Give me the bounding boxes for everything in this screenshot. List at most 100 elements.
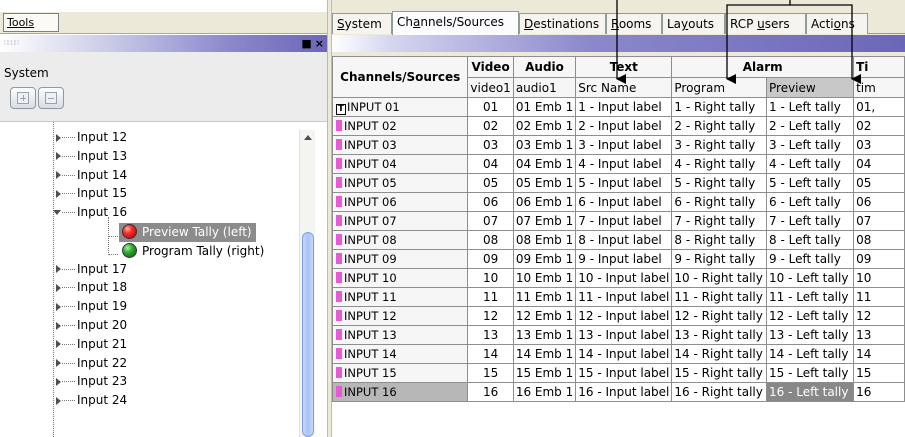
program-cell[interactable]: 8 - Right tally	[671, 230, 767, 250]
preview-cell[interactable]: 6 - Left tally	[765, 192, 855, 212]
src-name-cell[interactable]: 8 - Input label	[575, 230, 673, 250]
preview-cell[interactable]: 10 - Left tally	[765, 268, 855, 288]
audio-cell[interactable]: 12 Emb 1	[512, 306, 577, 326]
table-row[interactable]: INPUT 14 14 14 Emb 1 14 - Input label 14 - R…	[332, 344, 905, 364]
source-name-cell[interactable]: INPUT 11	[332, 287, 469, 307]
audio-cell[interactable]: 13 Emb 1	[512, 325, 577, 345]
tree-item-input[interactable]: Input 24	[56, 393, 127, 411]
table-row[interactable]: INPUT 06 06 06 Emb 16 - Input label 6 - Rig…	[332, 192, 905, 212]
program-cell[interactable]: 9 - Right tally	[671, 249, 767, 269]
src-name-cell[interactable]: 12 - Input label	[575, 306, 673, 326]
src-name-cell[interactable]: 1 - Input label	[575, 97, 673, 117]
table-row[interactable]: INPUT 10 10 10 Emb 1 10 - Input label 10 - R…	[332, 268, 905, 288]
program-cell[interactable]: 2 - Right tally	[671, 116, 767, 136]
source-name-cell[interactable]: INPUT 13	[332, 325, 469, 345]
expand-arrow-icon[interactable]	[56, 396, 61, 405]
video-cell[interactable]: 16	[467, 382, 514, 402]
time-cell[interactable]: 13	[853, 325, 905, 345]
tree-item-input[interactable]: Input 19	[56, 299, 127, 317]
expand-arrow-icon[interactable]	[56, 189, 61, 198]
time-cell[interactable]: 15	[853, 363, 905, 383]
video-cell[interactable]: 11	[467, 287, 514, 307]
program-tally-item[interactable]: Program Tally (right)	[119, 242, 268, 261]
preview-cell[interactable]: 8 - Left tally	[765, 230, 855, 250]
time-column-header[interactable]: tim	[853, 77, 905, 98]
time-cell[interactable]: 16	[853, 382, 905, 402]
grip-icon[interactable]: ∷∷∷∷	[4, 39, 19, 47]
video-cell[interactable]: 03	[467, 135, 514, 155]
program-cell[interactable]: 15 - Right tally	[671, 363, 767, 383]
expand-arrow-icon[interactable]	[56, 152, 61, 161]
tab-rcpusers[interactable]: RCP users	[725, 13, 806, 34]
expand-arrow-icon[interactable]	[56, 265, 61, 274]
preview-cell[interactable]: 5 - Left tally	[765, 173, 855, 193]
video-cell[interactable]: 01	[467, 97, 514, 117]
audio-cell[interactable]: 16 Emb 1	[512, 382, 577, 402]
video-cell[interactable]: 09	[467, 249, 514, 269]
src-name-cell[interactable]: 2 - Input label	[575, 116, 673, 136]
src-name-cell[interactable]: 6 - Input label	[575, 192, 673, 212]
preview-tally-item[interactable]: Preview Tally (left)	[119, 223, 256, 242]
tree-item-input[interactable]: Input 22	[56, 356, 127, 374]
source-name-cell[interactable]: T INPUT 01	[332, 97, 469, 117]
time-group-header[interactable]: Ti	[853, 56, 905, 78]
audio-cell[interactable]: 07 Emb 1	[512, 211, 577, 231]
time-cell[interactable]: 06	[853, 192, 905, 212]
expand-all-button[interactable]	[10, 87, 36, 109]
expand-arrow-icon[interactable]	[56, 283, 61, 292]
expand-arrow-icon[interactable]	[56, 321, 61, 330]
src-name-cell[interactable]: 14 - Input label	[575, 344, 673, 364]
tree-item-input[interactable]: Input 17	[56, 262, 127, 280]
time-cell[interactable]: 07	[853, 211, 905, 231]
video1-column-header[interactable]: video1	[467, 77, 514, 98]
src-name-column-header[interactable]: Src Name	[575, 77, 673, 98]
table-row[interactable]: INPUT 11 11 11 Emb 1 11 - Input label 11 - R…	[332, 287, 905, 307]
audio-cell[interactable]: 09 Emb 1	[512, 249, 577, 269]
tree-scrollbar[interactable]	[299, 130, 315, 437]
src-name-cell[interactable]: 13 - Input label	[575, 325, 673, 345]
time-cell[interactable]: 11	[853, 287, 905, 307]
program-column-header[interactable]: Program	[671, 77, 767, 98]
source-name-cell[interactable]: INPUT 14	[332, 344, 469, 364]
preview-cell[interactable]: 7 - Left tally	[765, 211, 855, 231]
source-name-cell[interactable]: INPUT 16	[332, 382, 469, 402]
program-cell[interactable]: 5 - Right tally	[671, 173, 767, 193]
source-name-cell[interactable]: INPUT 12	[332, 306, 469, 326]
video-cell[interactable]: 07	[467, 211, 514, 231]
preview-cell[interactable]: 2 - Left tally	[765, 116, 855, 136]
time-cell[interactable]: 08	[853, 230, 905, 250]
tree-item-input[interactable]: Input 13	[56, 149, 127, 167]
audio-cell[interactable]: 01 Emb 1	[512, 97, 577, 117]
video-cell[interactable]: 12	[467, 306, 514, 326]
table-row[interactable]: INPUT 12 12 12 Emb 1 12 - Input label 12 - R…	[332, 306, 905, 326]
time-cell[interactable]: 01,	[853, 97, 905, 117]
program-cell[interactable]: 16 - Right tally	[671, 382, 767, 402]
text-group-header[interactable]: Text	[575, 56, 673, 78]
audio-cell[interactable]: 15 Emb 1	[512, 363, 577, 383]
preview-cell[interactable]: 1 - Left tally	[765, 97, 855, 117]
video-cell[interactable]: 06	[467, 192, 514, 212]
program-cell[interactable]: 13 - Right tally	[671, 325, 767, 345]
channels-sources-header[interactable]: Channels/Sources	[332, 56, 469, 98]
time-cell[interactable]: 10	[853, 268, 905, 288]
program-cell[interactable]: 11 - Right tally	[671, 287, 767, 307]
tab-rooms[interactable]: Rooms	[606, 13, 662, 34]
program-cell[interactable]: 7 - Right tally	[671, 211, 767, 231]
tree-panel-titlebar[interactable]: ∷∷∷∷ ■ ×	[0, 35, 327, 52]
expand-arrow-icon[interactable]	[56, 302, 61, 311]
expand-arrow-icon[interactable]	[56, 340, 61, 349]
table-row[interactable]: INPUT 02 02 02 Emb 12 - Input label 2 - Rig…	[332, 116, 905, 136]
video-group-header[interactable]: Video	[467, 56, 514, 78]
collapse-all-button[interactable]	[38, 87, 64, 109]
source-name-cell[interactable]: INPUT 10	[332, 268, 469, 288]
tab-destinations[interactable]: Destinations	[519, 13, 606, 34]
table-row[interactable]: INPUT 09 09 09 Emb 19 - Input label 9 - Rig…	[332, 249, 905, 269]
src-name-cell[interactable]: 16 - Input label	[575, 382, 673, 402]
preview-cell[interactable]: 14 - Left tally	[765, 344, 855, 364]
preview-cell[interactable]: 16 - Left tally	[765, 382, 855, 402]
expand-arrow-icon[interactable]	[56, 377, 61, 386]
scroll-up-arrow-icon[interactable]	[304, 135, 312, 140]
video-cell[interactable]: 04	[467, 154, 514, 174]
audio-cell[interactable]: 14 Emb 1	[512, 344, 577, 364]
alarm-group-header[interactable]: Alarm	[671, 56, 855, 78]
